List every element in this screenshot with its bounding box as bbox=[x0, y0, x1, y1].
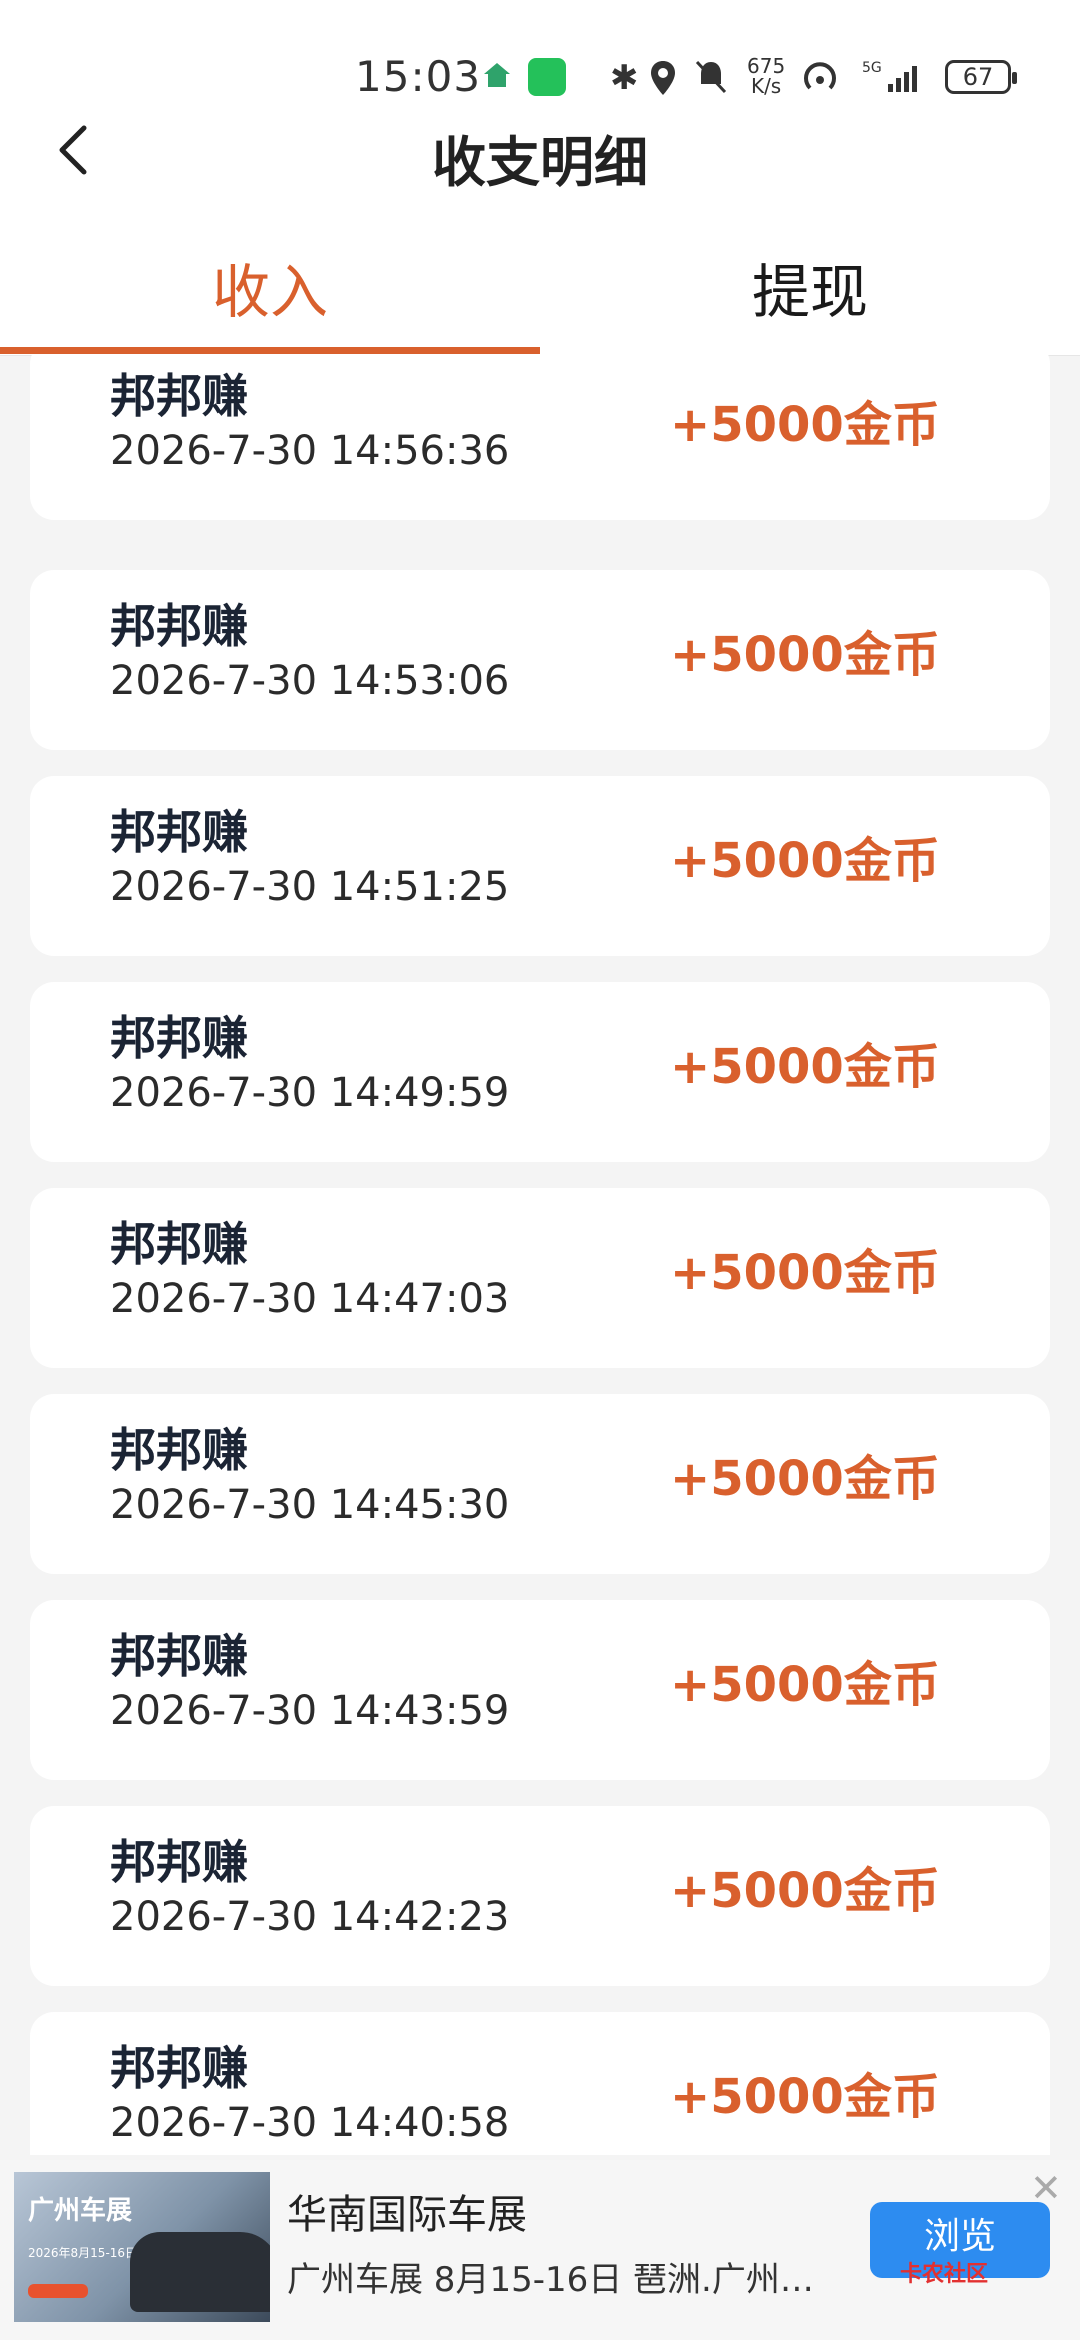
record-time: 2026-7-30 14:45:30 bbox=[110, 1482, 510, 1528]
network-speed: 675 K/s bbox=[747, 56, 785, 96]
record-card[interactable]: 邦邦赚 2026-7-30 14:51:25 +5000金币 bbox=[30, 776, 1050, 956]
record-amount: +5000金币 bbox=[670, 397, 940, 453]
record-source: 邦邦赚 bbox=[110, 1629, 248, 1683]
record-amount: +5000金币 bbox=[670, 1863, 940, 1919]
record-source: 邦邦赚 bbox=[110, 805, 248, 859]
network-speed-unit: K/s bbox=[750, 74, 782, 98]
record-source: 邦邦赚 bbox=[110, 1011, 248, 1065]
record-amount: +5000金币 bbox=[670, 1657, 940, 1713]
svg-text:5G: 5G bbox=[862, 60, 882, 76]
record-time: 2026-7-30 14:56:36 bbox=[110, 428, 510, 474]
record-card[interactable]: 邦邦赚 2026-7-30 14:43:59 +5000金币 bbox=[30, 1600, 1050, 1780]
record-time: 2026-7-30 14:43:59 bbox=[110, 1688, 510, 1734]
record-source: 邦邦赚 bbox=[110, 1423, 248, 1477]
record-time: 2026-7-30 14:47:03 bbox=[110, 1276, 510, 1322]
watermark-logo: 卡农社区 bbox=[900, 2262, 989, 2287]
record-source: 邦邦赚 bbox=[110, 599, 248, 653]
status-bar: 15:03 ✱ 675 K/s 5G 67 bbox=[0, 0, 1080, 110]
record-card[interactable]: 邦邦赚 2026-7-30 14:45:30 +5000金币 bbox=[30, 1394, 1050, 1574]
tab-withdraw[interactable]: 提现 bbox=[540, 245, 1080, 329]
record-amount: +5000金币 bbox=[670, 1245, 940, 1301]
location-icon bbox=[651, 61, 675, 95]
record-card[interactable]: 邦邦赚 2026-7-30 14:42:23 +5000金币 bbox=[30, 1806, 1050, 1986]
car-image bbox=[130, 2232, 270, 2312]
ad-image-date: 2026年8月15-16日 bbox=[28, 2246, 138, 2260]
signal-icon: 5G bbox=[862, 60, 917, 92]
record-amount: +5000金币 bbox=[670, 627, 940, 683]
record-time: 2026-7-30 14:40:58 bbox=[110, 2100, 510, 2146]
battery-indicator: 67 bbox=[945, 60, 1017, 94]
ad-subtitle: 广州车展 8月15-16日 琶洲.广州… bbox=[287, 2260, 814, 2300]
record-time: 2026-7-30 14:42:23 bbox=[110, 1894, 510, 1940]
record-source: 邦邦赚 bbox=[110, 2041, 248, 2095]
home-app-icon bbox=[484, 63, 510, 87]
record-card[interactable]: 邦邦赚 2026-7-30 14:56:36 +5000金币 bbox=[30, 355, 1050, 520]
record-card[interactable]: 邦邦赚 2026-7-30 14:40:58 +5000金币 bbox=[30, 2012, 1050, 2155]
top-bar: 15:03 ✱ 675 K/s 5G 67 收支明细 收入 提现 bbox=[0, 0, 1080, 356]
mute-bell-icon bbox=[695, 60, 727, 94]
record-source: 邦邦赚 bbox=[110, 1217, 248, 1271]
record-source: 邦邦赚 bbox=[110, 1835, 248, 1889]
record-card[interactable]: 邦邦赚 2026-7-30 14:49:59 +5000金币 bbox=[30, 982, 1050, 1162]
active-tab-indicator bbox=[0, 347, 540, 354]
income-record-list[interactable]: 邦邦赚 2026-7-30 14:56:36 +5000金币 邦邦赚 2026-… bbox=[0, 355, 1080, 2155]
close-icon[interactable]: ✕ bbox=[1030, 2166, 1062, 2210]
page-title: 收支明细 bbox=[432, 131, 648, 194]
tab-income[interactable]: 收入 bbox=[0, 245, 540, 329]
record-time: 2026-7-30 14:53:06 bbox=[110, 658, 510, 704]
hotspot-icon bbox=[804, 62, 836, 90]
ad-image-title: 广州车展 bbox=[28, 2196, 133, 2226]
record-card[interactable]: 邦邦赚 2026-7-30 14:47:03 +5000金币 bbox=[30, 1188, 1050, 1368]
record-amount: +5000金币 bbox=[670, 833, 940, 889]
ad-image[interactable]: 广州车展 2026年8月15-16日 bbox=[14, 2172, 270, 2322]
record-time: 2026-7-30 14:51:25 bbox=[110, 864, 510, 910]
record-amount: +5000金币 bbox=[670, 1451, 940, 1507]
record-amount: +5000金币 bbox=[670, 1039, 940, 1095]
record-card[interactable]: 邦邦赚 2026-7-30 14:53:06 +5000金币 bbox=[30, 570, 1050, 750]
network-speed-value: 675 bbox=[747, 54, 786, 78]
ad-title: 华南国际车展 bbox=[287, 2192, 527, 2238]
record-time: 2026-7-30 14:49:59 bbox=[110, 1070, 510, 1116]
status-time: 15:03 bbox=[355, 52, 482, 101]
record-amount: +5000金币 bbox=[670, 2069, 940, 2125]
ad-banner[interactable]: 广州车展 2026年8月15-16日 华南国际车展 广州车展 8月15-16日 … bbox=[0, 2160, 1080, 2340]
record-source: 邦邦赚 bbox=[110, 369, 248, 423]
wechat-icon bbox=[528, 58, 566, 96]
bluetooth-icon: ✱ bbox=[610, 58, 639, 98]
ad-image-pill bbox=[28, 2284, 88, 2298]
